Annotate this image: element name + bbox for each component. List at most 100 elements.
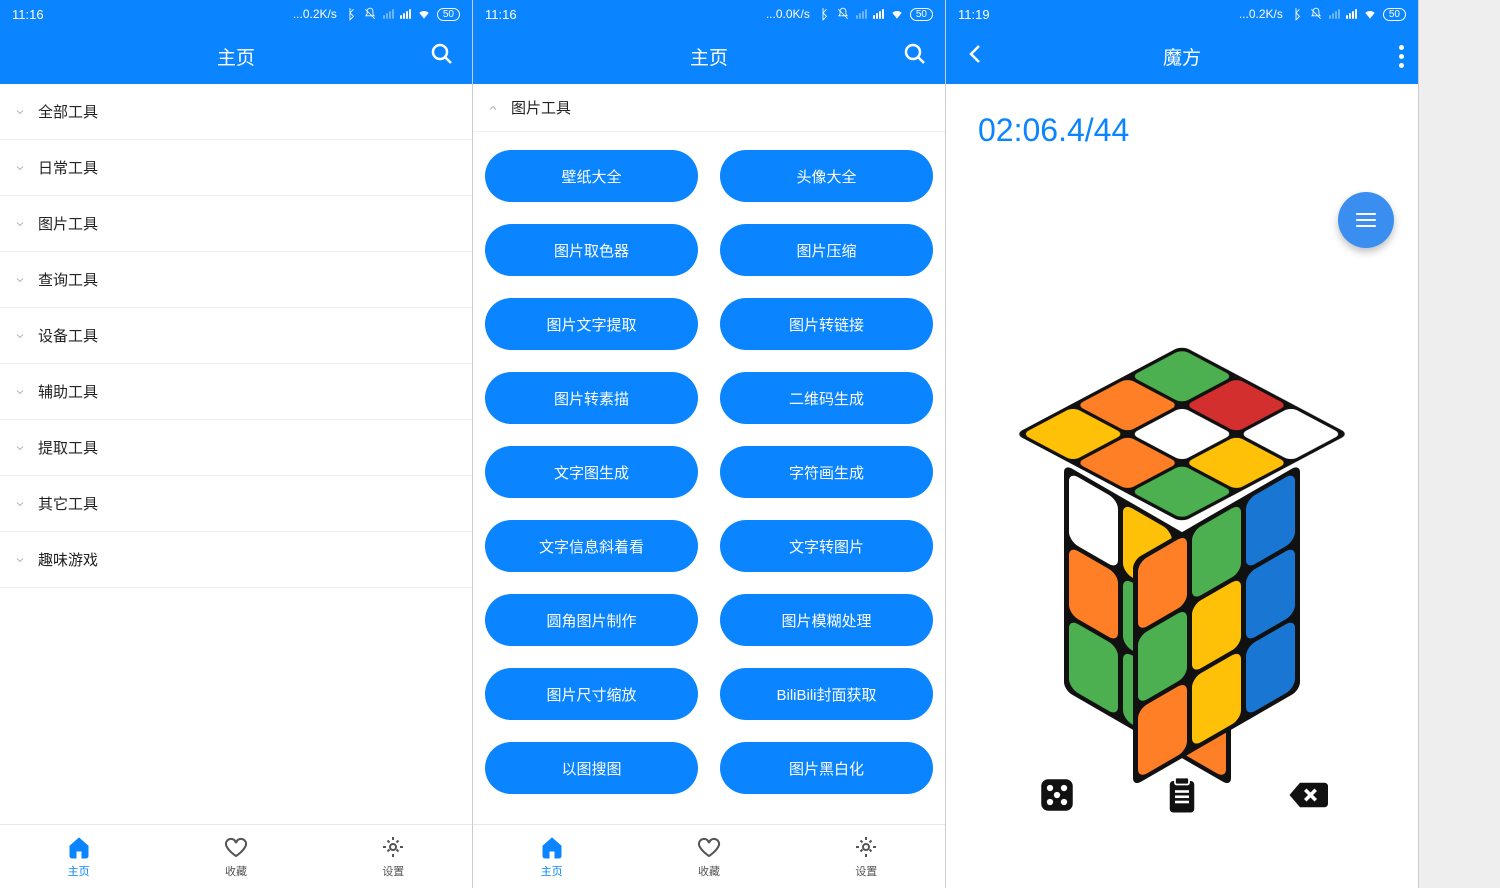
category-item[interactable]: 图片工具: [0, 196, 472, 252]
chevron-down-icon: [14, 498, 26, 510]
nav-label: 收藏: [225, 863, 247, 879]
heart-icon: [224, 835, 248, 859]
tool-pill[interactable]: 图片尺寸缩放: [485, 668, 698, 720]
tool-pill[interactable]: 图片压缩: [720, 224, 933, 276]
signal-icon: [1346, 9, 1357, 19]
nav-label: 设置: [855, 863, 877, 879]
bottom-nav: 主页收藏设置: [473, 824, 945, 888]
search-button[interactable]: [430, 42, 454, 71]
page-title: 主页: [690, 43, 728, 70]
bottom-actions: [946, 774, 1418, 816]
category-label: 日常工具: [38, 157, 98, 178]
mute-icon: [1309, 7, 1323, 21]
nav-item-home[interactable]: 主页: [0, 825, 157, 888]
category-label: 趣味游戏: [38, 549, 98, 570]
nav-item-heart[interactable]: 收藏: [157, 825, 314, 888]
tool-pill[interactable]: 壁纸大全: [485, 150, 698, 202]
tool-pill[interactable]: 文字图生成: [485, 446, 698, 498]
category-label: 其它工具: [38, 493, 98, 514]
search-icon: [903, 42, 927, 66]
tool-pill[interactable]: 以图搜图: [485, 742, 698, 794]
category-item[interactable]: 其它工具: [0, 476, 472, 532]
tool-pill[interactable]: 图片文字提取: [485, 298, 698, 350]
nav-item-home[interactable]: 主页: [473, 825, 630, 888]
content: 全部工具日常工具图片工具查询工具设备工具辅助工具提取工具其它工具趣味游戏: [0, 84, 472, 824]
tool-pill[interactable]: 头像大全: [720, 150, 933, 202]
gear-icon: [381, 835, 405, 859]
nav-item-heart[interactable]: 收藏: [630, 825, 787, 888]
bluetooth-icon: [1289, 7, 1303, 21]
battery-indicator: 50: [437, 8, 460, 21]
tool-pill[interactable]: 圆角图片制作: [485, 594, 698, 646]
chevron-up-icon: [487, 102, 499, 114]
signal-weak-icon: [856, 9, 867, 19]
category-item[interactable]: 设备工具: [0, 308, 472, 364]
page-title: 魔方: [1163, 43, 1201, 70]
expanded-category-header[interactable]: 图片工具: [473, 84, 945, 132]
tool-pill[interactable]: 文字转图片: [720, 520, 933, 572]
chevron-down-icon: [14, 162, 26, 174]
status-time: 11:19: [958, 7, 990, 22]
menu-fab[interactable]: [1338, 192, 1394, 248]
back-button[interactable]: [964, 42, 988, 71]
wifi-icon: [1363, 7, 1377, 21]
status-right: ...0.2K/s 50: [1239, 7, 1406, 21]
category-label: 设备工具: [38, 325, 98, 346]
wifi-icon: [890, 7, 904, 21]
status-bar: 11:19 ...0.2K/s 50: [946, 0, 1418, 28]
more-vertical-icon: [1399, 45, 1404, 68]
chevron-left-icon: [964, 42, 988, 66]
tool-pill[interactable]: 图片取色器: [485, 224, 698, 276]
clipboard-icon[interactable]: [1161, 774, 1203, 816]
mute-icon: [363, 7, 377, 21]
dice-icon[interactable]: [1036, 774, 1078, 816]
tool-pill[interactable]: BiliBili封面获取: [720, 668, 933, 720]
tool-pill[interactable]: 二维码生成: [720, 372, 933, 424]
screen-categories: 11:16 ...0.2K/s 50 主页 全部工具日常工具图片工具查询工具设备…: [0, 0, 473, 888]
gear-icon: [854, 835, 878, 859]
expanded-category-label: 图片工具: [511, 97, 571, 118]
bluetooth-icon: [816, 7, 830, 21]
app-bar: 主页: [0, 28, 472, 84]
tool-pill[interactable]: 文字信息斜着看: [485, 520, 698, 572]
signal-icon: [873, 9, 884, 19]
status-net: ...0.2K/s: [1239, 7, 1283, 21]
category-item[interactable]: 日常工具: [0, 140, 472, 196]
chevron-down-icon: [14, 386, 26, 398]
status-net: ...0.0K/s: [766, 7, 810, 21]
signal-icon: [400, 9, 411, 19]
category-item[interactable]: 提取工具: [0, 420, 472, 476]
battery-indicator: 50: [1383, 8, 1406, 21]
nav-item-gear[interactable]: 设置: [315, 825, 472, 888]
category-item[interactable]: 趣味游戏: [0, 532, 472, 588]
category-label: 图片工具: [38, 213, 98, 234]
status-bar: 11:16 ...0.0K/s 50: [473, 0, 945, 28]
bluetooth-icon: [343, 7, 357, 21]
category-item[interactable]: 全部工具: [0, 84, 472, 140]
search-icon: [430, 42, 454, 66]
tool-pill[interactable]: 字符画生成: [720, 446, 933, 498]
nav-item-gear[interactable]: 设置: [788, 825, 945, 888]
category-list: 全部工具日常工具图片工具查询工具设备工具辅助工具提取工具其它工具趣味游戏: [0, 84, 472, 588]
tool-pill[interactable]: 图片转素描: [485, 372, 698, 424]
tool-pill[interactable]: 图片转链接: [720, 298, 933, 350]
rubiks-cube[interactable]: [1042, 316, 1322, 736]
status-time: 11:16: [12, 7, 44, 22]
backspace-icon[interactable]: [1286, 774, 1328, 816]
category-label: 辅助工具: [38, 381, 98, 402]
chevron-down-icon: [14, 218, 26, 230]
tool-pill[interactable]: 图片黑白化: [720, 742, 933, 794]
chevron-down-icon: [14, 554, 26, 566]
search-button[interactable]: [903, 42, 927, 71]
pill-grid: 壁纸大全头像大全图片取色器图片压缩图片文字提取图片转链接图片转素描二维码生成文字…: [473, 132, 945, 794]
tool-pill[interactable]: 图片模糊处理: [720, 594, 933, 646]
signal-weak-icon: [1329, 9, 1340, 19]
mute-icon: [836, 7, 850, 21]
nav-label: 主页: [68, 863, 90, 879]
more-button[interactable]: [1399, 45, 1404, 68]
category-item[interactable]: 查询工具: [0, 252, 472, 308]
category-item[interactable]: 辅助工具: [0, 364, 472, 420]
cube-area[interactable]: [946, 264, 1418, 788]
status-right: ...0.0K/s 50: [766, 7, 933, 21]
bottom-nav: 主页 收藏 设置: [0, 824, 472, 888]
